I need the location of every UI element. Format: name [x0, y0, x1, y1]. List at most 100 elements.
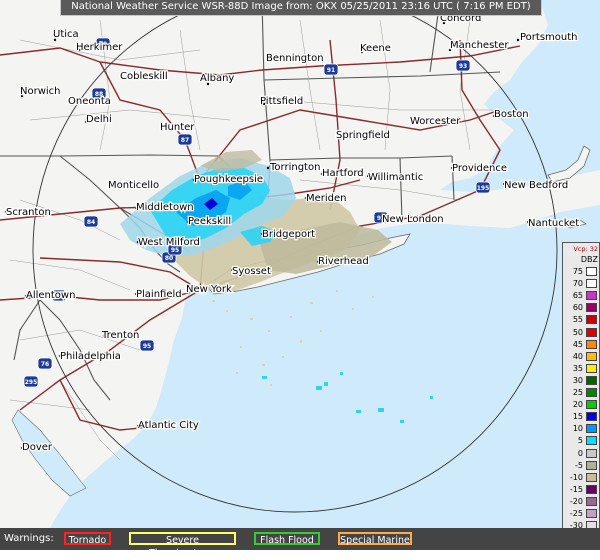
legend-entry: 75 — [564, 266, 598, 277]
legend-entry: 30 — [564, 375, 598, 386]
vcp-label: Vcp: 32 — [564, 244, 598, 254]
shield-i76: 76 — [41, 361, 49, 368]
legend-entry-label: 20 — [572, 400, 583, 410]
legend-entry: 60 — [564, 302, 598, 313]
legend-color-swatch — [586, 327, 597, 337]
city-west-milford: West Milford — [138, 237, 200, 248]
severe-thunderstorm-warning-key: Severe Thunderstorm — [129, 532, 236, 559]
legend-entry: -25 — [564, 508, 598, 519]
legend-entry-label: 5 — [577, 436, 583, 446]
city-middletown: Middletown — [136, 202, 194, 213]
legend-entry: 10 — [564, 423, 598, 434]
legend-entry-label: 15 — [572, 412, 583, 422]
legend-entry-label: 10 — [572, 424, 583, 434]
city-oneonta: Oneonta — [68, 96, 111, 107]
city-syosset: Syosset — [232, 266, 271, 277]
delaware-bay — [11, 409, 87, 497]
city-new-york: New York — [186, 284, 232, 295]
shield-i95-ny: 95 — [171, 247, 179, 254]
radar-map: 90 88 91 93 87 84 95 195 78 80 76 95 295… — [0, 0, 600, 528]
legend-entry-label: 75 — [572, 267, 583, 276]
legend-entry: 0 — [564, 448, 598, 459]
legend-color-swatch — [586, 460, 597, 470]
shield-i80: 80 — [165, 255, 173, 262]
legend-entry: -5 — [564, 460, 598, 471]
shield-i91: 91 — [327, 67, 335, 74]
dbz-unit-label: DBZ — [580, 255, 598, 264]
shield-i295: 295 — [25, 379, 38, 386]
city-springfield: Springfield — [336, 130, 390, 141]
legend-color-swatch — [586, 267, 597, 276]
city-torrington: Torrington — [269, 162, 320, 173]
shield-i195: 195 — [477, 185, 490, 192]
city-providence: Providence — [452, 163, 507, 174]
city-willimantic: Willimantic — [368, 172, 423, 183]
legend-color-swatch — [586, 388, 597, 397]
legend-color-swatch — [586, 351, 597, 361]
legend-color-swatch — [586, 412, 597, 422]
city-bennington: Bennington — [266, 53, 324, 64]
city-dover: Dover — [22, 442, 53, 453]
legend-entry: 35 — [564, 363, 598, 374]
legend-entry: 5 — [564, 435, 598, 446]
legend-entry-label: 50 — [572, 327, 583, 337]
legend-entry: -20 — [564, 496, 598, 507]
city-monticello: Monticello — [108, 180, 159, 191]
city-scranton: Scranton — [6, 207, 51, 218]
legend-entry: 40 — [564, 351, 598, 362]
legend-color-swatch — [586, 436, 597, 446]
legend-entry-label: 60 — [572, 303, 583, 313]
legend-entry-label: -25 — [569, 509, 583, 518]
city-cobleskill: Cobleskill — [120, 71, 168, 82]
city-norwich: Norwich — [20, 86, 61, 97]
legend-color-swatch — [586, 339, 597, 349]
legend-entry-label: 40 — [572, 351, 583, 361]
city-portsmouth: Portsmouth — [520, 32, 578, 43]
legend-entry-label: -10 — [569, 472, 583, 482]
legend-entry: 25 — [564, 387, 598, 398]
legend-entry-label: 25 — [572, 388, 583, 397]
city-riverhead: Riverhead — [318, 256, 369, 267]
legend-entry: 20 — [564, 399, 598, 410]
legend-color-swatch — [586, 472, 597, 482]
city-allentown: Allentown — [26, 290, 75, 301]
city-nantucket: Nantucket — [528, 218, 579, 229]
city-manchester: Manchester — [450, 40, 509, 51]
legend-color-swatch — [586, 315, 597, 325]
city-albany: Albany — [200, 73, 234, 84]
city-new-bedford: New Bedford — [504, 180, 568, 191]
legend-color-swatch — [586, 291, 597, 301]
city-worcester: Worcester — [410, 116, 461, 127]
city-peekskill: Peekskill — [188, 216, 231, 227]
warnings-label: Warnings: — [4, 533, 54, 544]
tornado-warning-key: Tornado — [64, 532, 111, 546]
city-trenton: Trenton — [101, 330, 139, 341]
shield-i95-nj: 95 — [143, 343, 151, 350]
legend-entry-label: 45 — [572, 339, 583, 349]
legend-color-swatch — [586, 424, 597, 434]
warnings-bar: Warnings: Tornado Severe Thunderstorm Fl… — [0, 528, 600, 559]
city-bridgeport: Bridgeport — [262, 229, 315, 240]
city-philadelphia: Philadelphia — [60, 351, 121, 362]
legend-entry: -15 — [564, 484, 598, 495]
legend-entry-label: 0 — [577, 448, 583, 458]
city-new-london: New London — [382, 214, 444, 225]
city-poughkeepsie: Poughkeepsie — [194, 174, 263, 185]
legend-color-swatch — [586, 400, 597, 410]
city-plainfield: Plainfield — [136, 289, 182, 300]
legend-entry: 50 — [564, 327, 598, 338]
city-atlantic-city: Atlantic City — [138, 420, 199, 431]
radar-display: 90 88 91 93 87 84 95 195 78 80 76 95 295… — [0, 0, 600, 559]
legend-entry: 15 — [564, 411, 598, 422]
legend-entry: -10 — [564, 472, 598, 483]
city-hunter: Hunter — [160, 122, 195, 133]
city-hartford: Hartford — [322, 168, 364, 179]
shield-i93: 93 — [459, 63, 467, 70]
legend-entry: 70 — [564, 278, 598, 289]
legend-color-swatch — [586, 363, 597, 373]
legend-entry-label: -15 — [569, 484, 583, 494]
city-pittsfield: Pittsfield — [260, 96, 303, 107]
shield-i87: 87 — [181, 137, 189, 144]
city-delhi: Delhi — [86, 114, 112, 125]
legend-color-swatch — [586, 448, 597, 458]
